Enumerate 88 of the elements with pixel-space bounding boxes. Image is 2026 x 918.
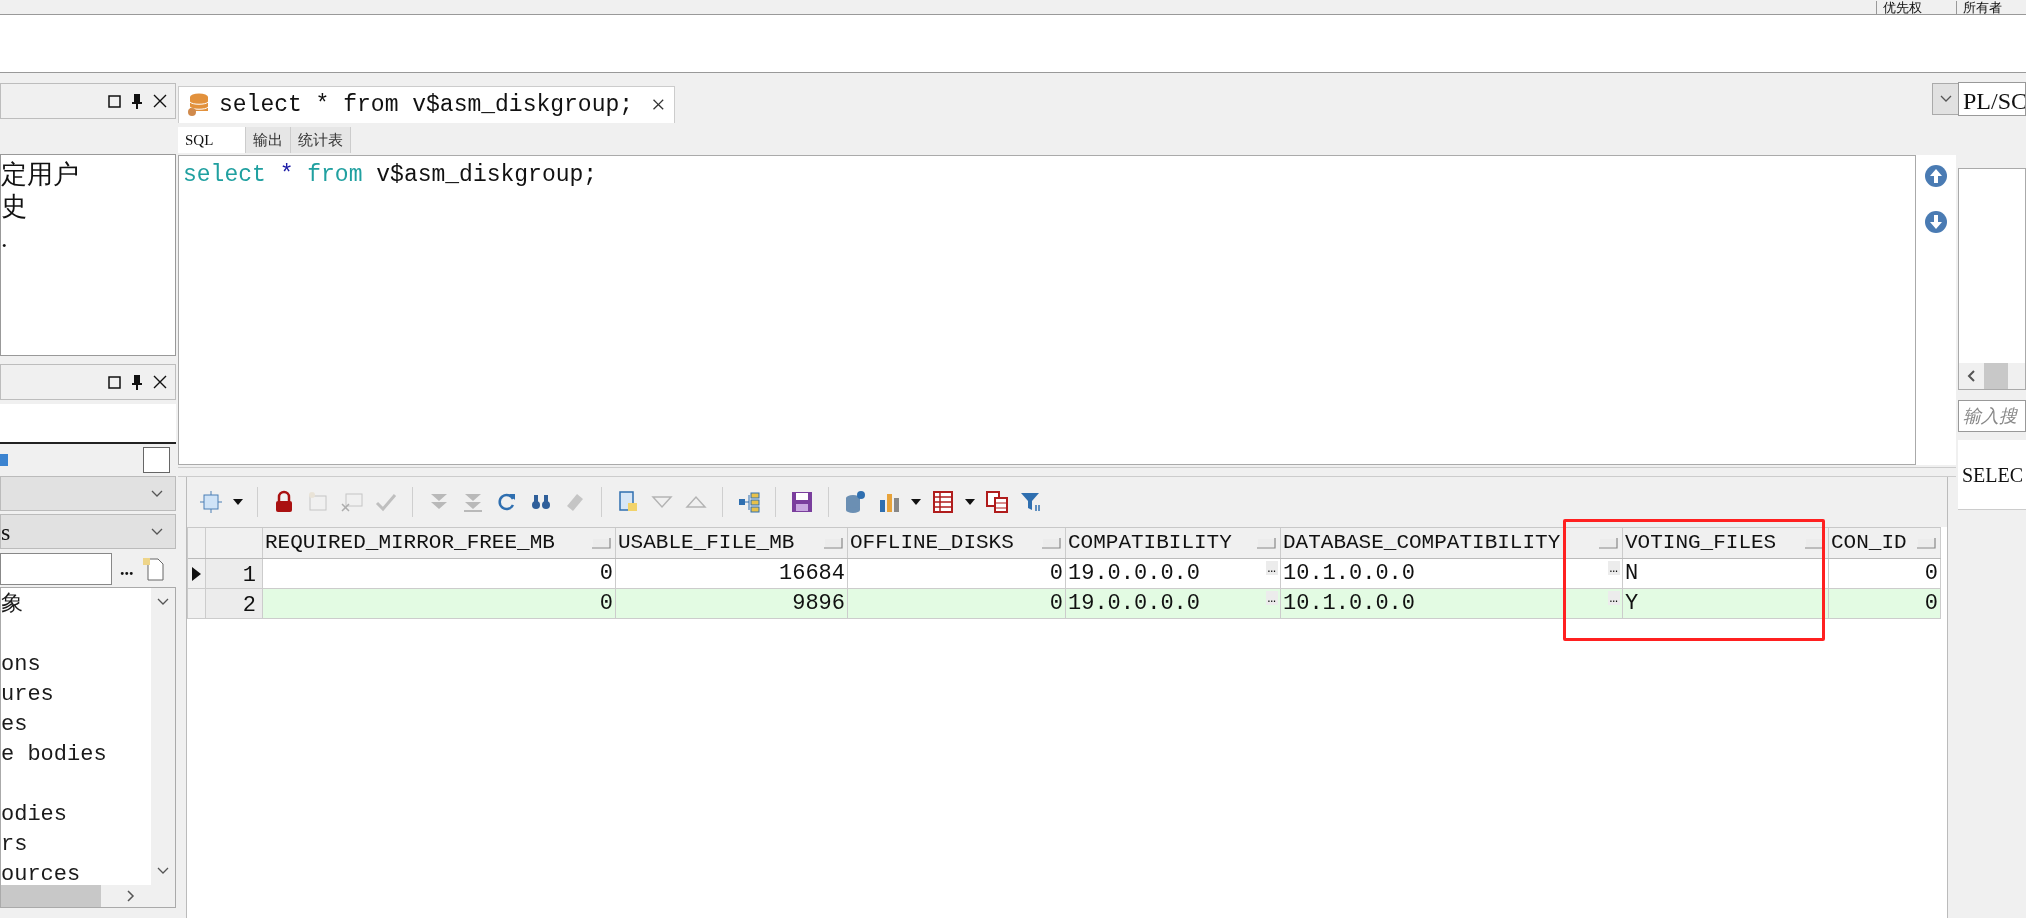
list-item[interactable]: . <box>1 223 175 255</box>
table-cell: N <box>1623 559 1829 588</box>
caret-icon[interactable] <box>233 499 243 505</box>
maximize-icon[interactable] <box>108 94 121 108</box>
column-header[interactable]: VOTING_FILES <box>1623 528 1829 558</box>
tree-item[interactable]: odies <box>1 800 151 830</box>
dropdown-button[interactable] <box>1932 83 1960 115</box>
list-item[interactable]: 定用户 <box>1 159 175 191</box>
table-cell: Y <box>1623 589 1829 618</box>
cell-more-button[interactable]: … <box>1265 561 1278 575</box>
dropdown[interactable]: s <box>0 514 176 549</box>
scroll-right-icon[interactable] <box>127 890 135 902</box>
input-field[interactable] <box>0 404 176 444</box>
column-header[interactable]: OFFLINE_DISKS <box>848 528 1066 558</box>
column-header[interactable]: DATABASE_COMPATIBILITY <box>1281 528 1623 558</box>
table-row[interactable]: 1 0 16684 0 19.0.0.0.0 … 10.1.0.0.0 … N 0 <box>188 559 1941 589</box>
cell-more-button[interactable]: … <box>1265 591 1278 605</box>
tab[interactable]: SQL <box>178 127 246 153</box>
dropdown[interactable]: PL/SC <box>1958 82 2026 116</box>
horizontal-scrollbar[interactable] <box>1959 363 2025 389</box>
caret-icon[interactable] <box>911 499 921 505</box>
table-cell: 16684 <box>616 559 848 588</box>
tree-item[interactable]: es <box>1 710 151 740</box>
save-icon[interactable] <box>790 490 814 514</box>
close-tab-button[interactable]: × <box>651 92 666 118</box>
table-cell: 10.1.0.0.0 … <box>1281 559 1623 588</box>
filter-icon[interactable] <box>1019 490 1043 514</box>
more-button[interactable]: ... <box>120 560 134 578</box>
tree-item[interactable]: e bodies <box>1 740 151 770</box>
row-number: 2 <box>206 589 263 618</box>
close-icon[interactable] <box>153 94 167 108</box>
table-cell: 19.0.0.0.0 … <box>1066 589 1281 618</box>
editor-tab[interactable]: select * from v$asm_diskgroup; × <box>178 86 675 123</box>
table-cell: 0 <box>263 589 616 618</box>
database-upload-icon[interactable] <box>843 490 867 514</box>
tree-item[interactable]: rs <box>1 830 151 860</box>
arrow-up-icon[interactable] <box>1925 165 1947 187</box>
arrow-down-icon[interactable] <box>1925 211 1947 233</box>
chevron-down-icon[interactable] <box>151 527 163 536</box>
table-cell: 0 <box>1829 559 1941 588</box>
form-icon[interactable] <box>616 490 640 514</box>
scroll-down-icon[interactable] <box>157 867 169 875</box>
scroll-left-icon[interactable] <box>1967 370 1976 382</box>
chevron-down-icon[interactable] <box>151 489 163 498</box>
chevron-down-icon[interactable] <box>1940 95 1952 103</box>
tree-item[interactable]: ources <box>1 860 151 885</box>
table-cell: 0 <box>1829 589 1941 618</box>
column-header[interactable]: COMPATIBILITY <box>1066 528 1281 558</box>
tables-icon[interactable] <box>985 490 1009 514</box>
checkbox[interactable] <box>143 447 170 473</box>
column-header[interactable]: CON_ID <box>1829 528 1941 558</box>
horizontal-scrollbar[interactable] <box>1 885 175 907</box>
cell-more-button[interactable]: … <box>1607 591 1620 605</box>
scroll-up-icon[interactable] <box>157 598 169 606</box>
vertical-scrollbar[interactable] <box>151 588 175 885</box>
tab[interactable]: 统计表 <box>291 127 351 153</box>
caret-icon[interactable] <box>965 499 975 505</box>
table-row[interactable]: 2 0 9896 0 19.0.0.0.0 … 10.1.0.0.0 … Y 0 <box>188 589 1941 619</box>
input-field[interactable] <box>0 553 112 585</box>
search-field[interactable]: 输入搜 <box>1958 400 2026 432</box>
table-icon[interactable] <box>931 490 955 514</box>
close-icon[interactable] <box>153 375 167 389</box>
database-icon <box>187 93 209 117</box>
code-token: v$asm_diskgroup; <box>376 162 598 188</box>
code-token: select <box>183 162 266 188</box>
row-indicator[interactable] <box>188 559 206 588</box>
table-cell: 0 <box>848 589 1066 618</box>
table-cell: 0 <box>848 559 1066 588</box>
tree-item[interactable]: 象 <box>1 590 151 620</box>
row-number: 1 <box>206 559 263 588</box>
table-cell: 0 <box>263 559 616 588</box>
table-cell: 10.1.0.0.0 … <box>1281 589 1623 618</box>
table-cell: 19.0.0.0.0 … <box>1066 559 1281 588</box>
tree-item[interactable]: ures <box>1 680 151 710</box>
maximize-icon[interactable] <box>108 375 121 389</box>
pin-icon[interactable] <box>131 93 143 109</box>
list-item[interactable]: 史 <box>1 191 175 223</box>
cell-more-button[interactable]: … <box>1607 561 1620 575</box>
tree-item[interactable]: ons <box>1 650 151 680</box>
column-header[interactable]: REQUIRED_MIRROR_FREE_MB <box>263 528 616 558</box>
code-token: from <box>307 162 363 188</box>
table-cell: 9896 <box>616 589 848 618</box>
sql-editor[interactable]: select * from v$asm_diskgroup; <box>178 155 1916 465</box>
column-header[interactable]: USABLE_FILE_MB <box>616 528 848 558</box>
pin-icon[interactable] <box>131 374 143 390</box>
tab[interactable]: 输出 <box>246 127 291 153</box>
tree-icon[interactable] <box>737 490 761 514</box>
code-token: * <box>279 162 294 188</box>
